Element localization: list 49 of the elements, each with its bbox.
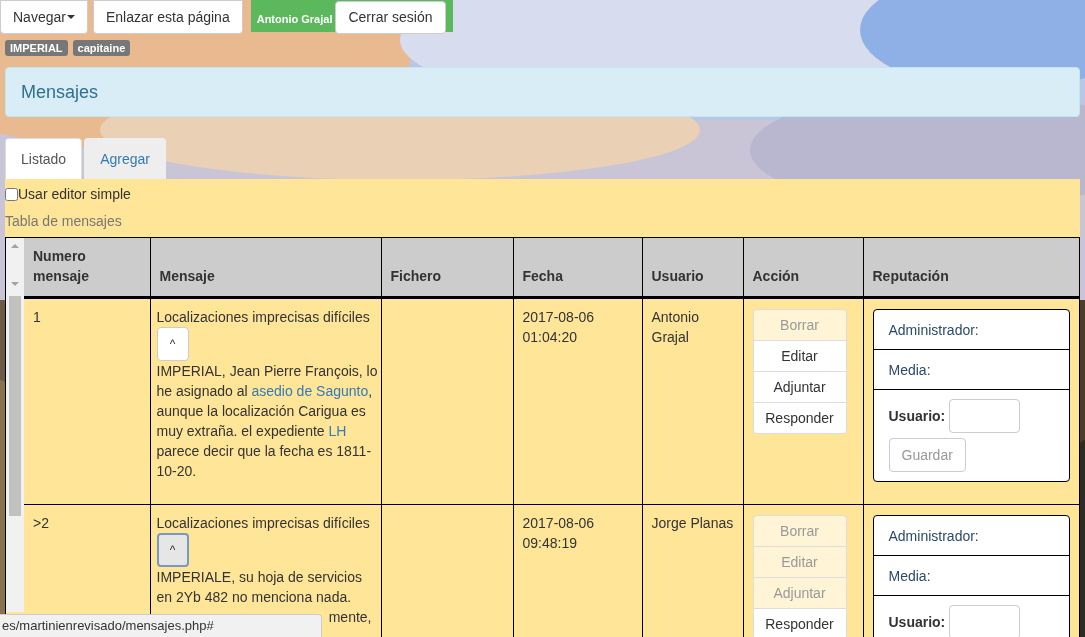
media-label: Media: xyxy=(888,360,931,380)
table-caption: Tabla de mensajes xyxy=(5,212,123,231)
dropdown-button[interactable]: Navegar xyxy=(0,0,88,34)
message-date: 2017-08-06 01:04:20 xyxy=(522,309,595,345)
column-header: Mensaje xyxy=(159,268,215,284)
column-header: Usuario xyxy=(651,268,704,284)
message-subject: Localizaciones imprecisas difíciles xyxy=(156,514,371,533)
message-text: IMPERIAL, Jean Pierre François, lo he asignado al asedio de Sagunto, aunque la localización Carigua es muy extraña. el expediente LH parece decir que la fecha es 1811-10-20. xyxy=(156,362,379,481)
message-text: mente, xyxy=(328,608,372,627)
column-header: Fecha xyxy=(522,268,563,284)
tab[interactable]: Listado xyxy=(5,138,83,179)
column-header: Acción xyxy=(752,268,800,284)
admin-label: Administrador: xyxy=(888,320,979,340)
media-label: Media: xyxy=(888,566,931,586)
role-badge: IMPERIAL xyxy=(5,40,68,56)
collapse-button[interactable]: ^ xyxy=(156,327,189,361)
column-header: Numero mensaje xyxy=(33,248,90,284)
tab[interactable]: Agregar xyxy=(84,138,166,179)
logout-button[interactable]: Cerrar sesión xyxy=(335,1,446,34)
scroll-down-icon xyxy=(11,282,19,286)
message-date: 2017-08-06 09:48:19 xyxy=(522,515,595,551)
user-name: Antonio Grajal xyxy=(256,12,333,27)
action-button[interactable]: Responder xyxy=(752,608,847,637)
action-button[interactable]: Editar xyxy=(752,340,847,372)
message-text: IMPERIALE, su hoja de servicios en 2Yb 482 no menciona nada. xyxy=(156,568,363,607)
action-button[interactable]: Responder xyxy=(752,402,847,434)
action-button[interactable]: Adjuntar xyxy=(752,371,847,403)
checkbox[interactable] xyxy=(5,188,18,201)
collapse-button[interactable]: ^ xyxy=(156,533,189,567)
rating-input[interactable] xyxy=(949,399,1021,433)
message-subject: Localizaciones imprecisas difíciles xyxy=(156,308,371,327)
message-number: 1 xyxy=(33,309,41,325)
scroll-thumb[interactable] xyxy=(9,296,21,516)
message-author: Jorge Planas xyxy=(651,515,734,531)
message-number: >2 xyxy=(33,515,49,531)
message-link[interactable]: LH xyxy=(328,423,347,439)
checkbox-label: Usar editor simple xyxy=(18,185,131,204)
admin-label: Administrador: xyxy=(888,526,979,546)
role-badge: capitaine xyxy=(72,40,131,56)
status-bar: es/martinienrevisado/mensajes.php# xyxy=(0,614,322,637)
column-header: Fichero xyxy=(390,268,442,284)
scroll-up-icon xyxy=(11,244,19,248)
panel-title: Mensajes xyxy=(21,80,99,104)
link-button[interactable]: Enlazar esta página xyxy=(92,0,243,34)
user-label: Usuario: xyxy=(888,407,946,426)
user-label: Usuario: xyxy=(888,613,946,632)
column-header: Reputación xyxy=(872,268,949,284)
message-author: Antonio Grajal xyxy=(651,309,699,345)
rating-input[interactable] xyxy=(949,605,1021,637)
